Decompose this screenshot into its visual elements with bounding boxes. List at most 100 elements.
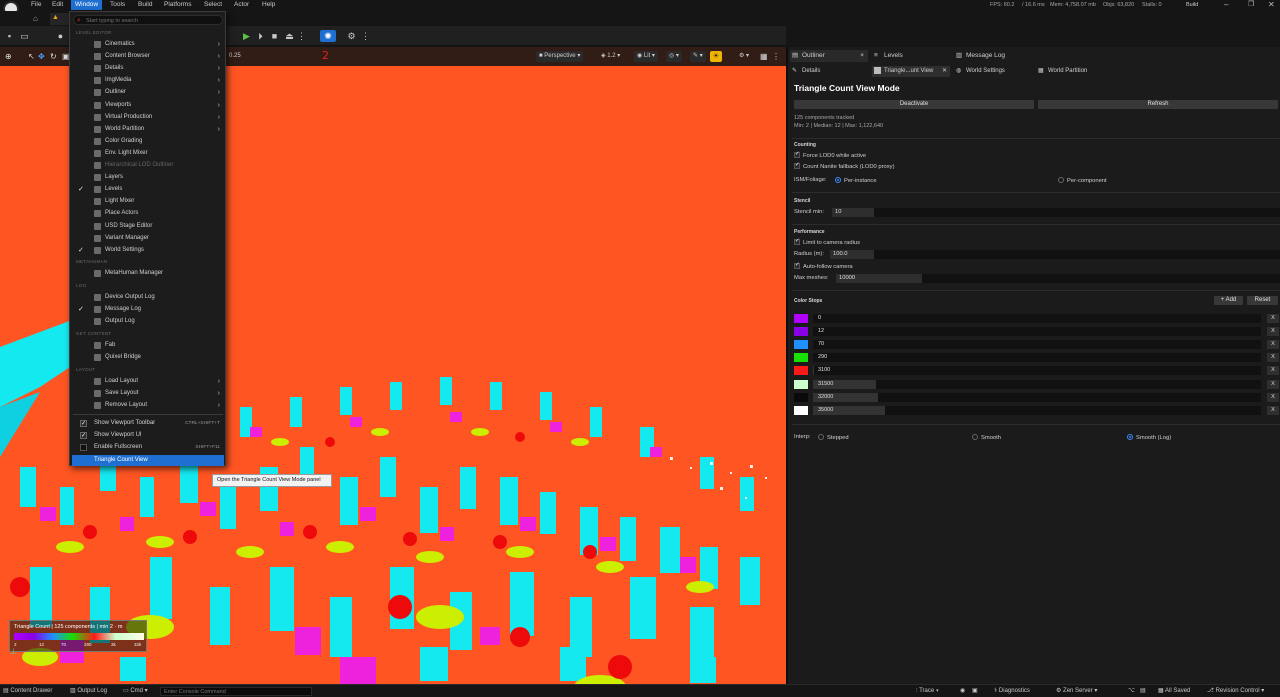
menu-build[interactable]: Build (134, 0, 156, 10)
auto-follow-row[interactable]: Auto-follow camera (794, 262, 853, 270)
force-lod0-row[interactable]: Force LOD0 while active (794, 151, 866, 159)
force-lod0-checkbox[interactable] (794, 151, 800, 158)
menu-edit[interactable]: Edit (48, 0, 67, 10)
stencil-min-field[interactable]: 10 (832, 208, 1280, 217)
menu-item-fab[interactable]: Fab (72, 340, 224, 351)
per-instance-option[interactable]: Per-instance (835, 177, 877, 184)
interp-stepped-option[interactable]: Stepped (818, 434, 849, 441)
interp-smooth-log-option[interactable]: Smooth (Log) (1127, 434, 1171, 441)
refresh-button[interactable]: Refresh (1038, 100, 1278, 109)
source-control-icon[interactable]: ⌥ (1128, 687, 1135, 696)
remove-stop-button[interactable]: X (1267, 392, 1279, 402)
menu-item-variant-manager[interactable]: Variant Manager (72, 233, 224, 244)
viewport-options-icon[interactable]: ⊕ (5, 52, 12, 61)
stepped-radio[interactable] (818, 434, 824, 440)
count-nanite-checkbox[interactable] (794, 162, 800, 169)
scalability-icon[interactable]: ☀ (710, 51, 722, 62)
notifications-icon[interactable]: ▤ (1140, 687, 1146, 696)
color-swatch[interactable] (794, 340, 808, 350)
show-dropdown[interactable]: ◎ ▾ (666, 51, 682, 62)
toggle-checkbox[interactable] (80, 431, 87, 442)
lit-dropdown[interactable]: ◉ Lit ▾ (634, 51, 658, 62)
all-saved-button[interactable]: ▦ All Saved (1158, 687, 1190, 696)
remove-stop-button[interactable]: X (1267, 327, 1279, 337)
per-component-option[interactable]: Per-component (1058, 177, 1107, 184)
translate-tool-icon[interactable]: ✥ (38, 52, 45, 61)
platform-icon[interactable]: ✺ (320, 30, 336, 42)
menu-item-viewports[interactable]: Viewports › (72, 100, 224, 111)
subtab-triangle-count[interactable]: Triangle...unt View ✕ (872, 66, 950, 77)
rotate-tool-icon[interactable]: ↻ (50, 52, 57, 61)
stop-icon[interactable]: ■ (268, 30, 281, 42)
close-tab-icon[interactable]: ✕ (942, 66, 947, 77)
menu-select[interactable]: Select (200, 0, 226, 10)
fov-dropdown[interactable]: ◈ 1.2 ▾ (598, 51, 623, 62)
tab-levels[interactable]: ≡ Levels (872, 50, 950, 62)
more-options-icon[interactable]: ⋮ (295, 30, 308, 42)
menu-window[interactable]: Window (71, 0, 103, 10)
layout-icon[interactable]: ▦ (760, 52, 768, 61)
revision-control-dropdown[interactable]: ⎇ Revision Control ▾ (1207, 687, 1264, 696)
menu-search-box[interactable]: ⌕ (73, 15, 223, 25)
tab-message-log[interactable]: ▥ Message Log (954, 50, 1044, 62)
color-swatch[interactable] (794, 314, 808, 323)
color-swatch[interactable] (794, 379, 808, 389)
camera-capture-icon[interactable]: ▣ (972, 687, 978, 696)
subtab-world-partition[interactable]: ▦ World Partition (1036, 66, 1126, 77)
save-icon[interactable]: ▪ (3, 30, 16, 42)
close-tab-icon[interactable]: × (860, 50, 864, 62)
menu-item-enable-fullscreen[interactable]: Enable Fullscreen SHIFT+F11 (72, 442, 224, 453)
menu-item-cinematics[interactable]: Cinematics › (72, 39, 224, 50)
remove-stop-button[interactable]: X (1267, 379, 1279, 389)
menu-item-world-partition[interactable]: World Partition › (72, 124, 224, 135)
select-tool-icon[interactable]: ↖ (28, 52, 35, 61)
maximize-viewport-icon[interactable]: ⋮ (772, 52, 780, 61)
color-swatch[interactable] (794, 353, 808, 363)
toggle-checkbox[interactable] (80, 444, 87, 451)
diagnostics-button[interactable]: ⚕ Diagnostics (994, 687, 1030, 696)
menu-help[interactable]: Help (258, 0, 279, 10)
select-mode-icon[interactable]: ● (54, 30, 67, 42)
menu-item-world-settings[interactable]: ✓ World Settings (72, 245, 224, 256)
auto-follow-checkbox[interactable] (794, 262, 800, 269)
limit-radius-row[interactable]: Limit to camera radius (794, 238, 860, 246)
camera-speed[interactable]: 0.25 (226, 51, 244, 62)
menu-actor[interactable]: Actor (230, 0, 253, 10)
settings-icon[interactable]: ⚙ (345, 30, 358, 42)
deactivate-button[interactable]: Deactivate (794, 100, 1034, 109)
color-stop-threshold-field[interactable]: 3100 (813, 366, 1261, 376)
play-icon[interactable]: ▶ (240, 30, 253, 42)
remove-stop-button[interactable]: X (1267, 340, 1279, 350)
menu-item-metahuman-manager[interactable]: MetaHuman Manager (72, 268, 224, 279)
performance-dropdown[interactable]: ✎ ▾ (690, 51, 706, 62)
remove-stop-button[interactable]: X (1267, 314, 1279, 323)
menu-search-input[interactable] (86, 17, 220, 24)
menu-item-env-light-mixer[interactable]: Env. Light Mixer (72, 148, 224, 159)
menu-item-outliner[interactable]: Outliner › (72, 87, 224, 98)
record-icon[interactable]: ◉ (960, 687, 965, 696)
menu-item-layers[interactable]: Layers (72, 172, 224, 183)
menu-item-levels[interactable]: ✓ Levels (72, 184, 224, 195)
color-stop-threshold-field[interactable]: 12 (813, 327, 1261, 337)
menu-item-quixel-bridge[interactable]: Quixel Bridge (72, 352, 224, 363)
remove-stop-button[interactable]: X (1267, 405, 1279, 415)
menu-item-usd-stage-editor[interactable]: USD Stage Editor (72, 221, 224, 232)
menu-item-save-layout[interactable]: Save Layout › (72, 388, 224, 399)
remove-stop-button[interactable]: X (1267, 353, 1279, 363)
console-input[interactable] (160, 687, 312, 696)
max-meshes-field[interactable]: 10000 (836, 274, 1280, 283)
color-stop-threshold-field[interactable]: 290 (813, 353, 1261, 363)
radius-field[interactable]: 100.0 (830, 250, 1280, 259)
subtab-world-settings[interactable]: ◍ World Settings (954, 66, 1036, 77)
menu-item-remove-layout[interactable]: Remove Layout › (72, 400, 224, 411)
menu-item-device-output-log[interactable]: Device Output Log (72, 292, 224, 303)
minimize-icon[interactable]: – (1224, 0, 1228, 9)
menu-item-show-viewport-toolbar[interactable]: Show Viewport Toolbar CTRL+SHIFT+T (72, 418, 224, 430)
close-window-icon[interactable]: ✕ (1268, 0, 1275, 9)
menu-item-load-layout[interactable]: Load Layout › (72, 376, 224, 387)
cmd-dropdown[interactable]: ▭ Cmd ▾ (123, 687, 148, 696)
menu-item-content-browser[interactable]: Content Browser › (72, 51, 224, 62)
add-stop-button[interactable]: + Add (1214, 296, 1243, 305)
mode-icon[interactable]: ▭ (18, 30, 31, 42)
menu-item-color-grading[interactable]: Color Grading (72, 136, 224, 147)
